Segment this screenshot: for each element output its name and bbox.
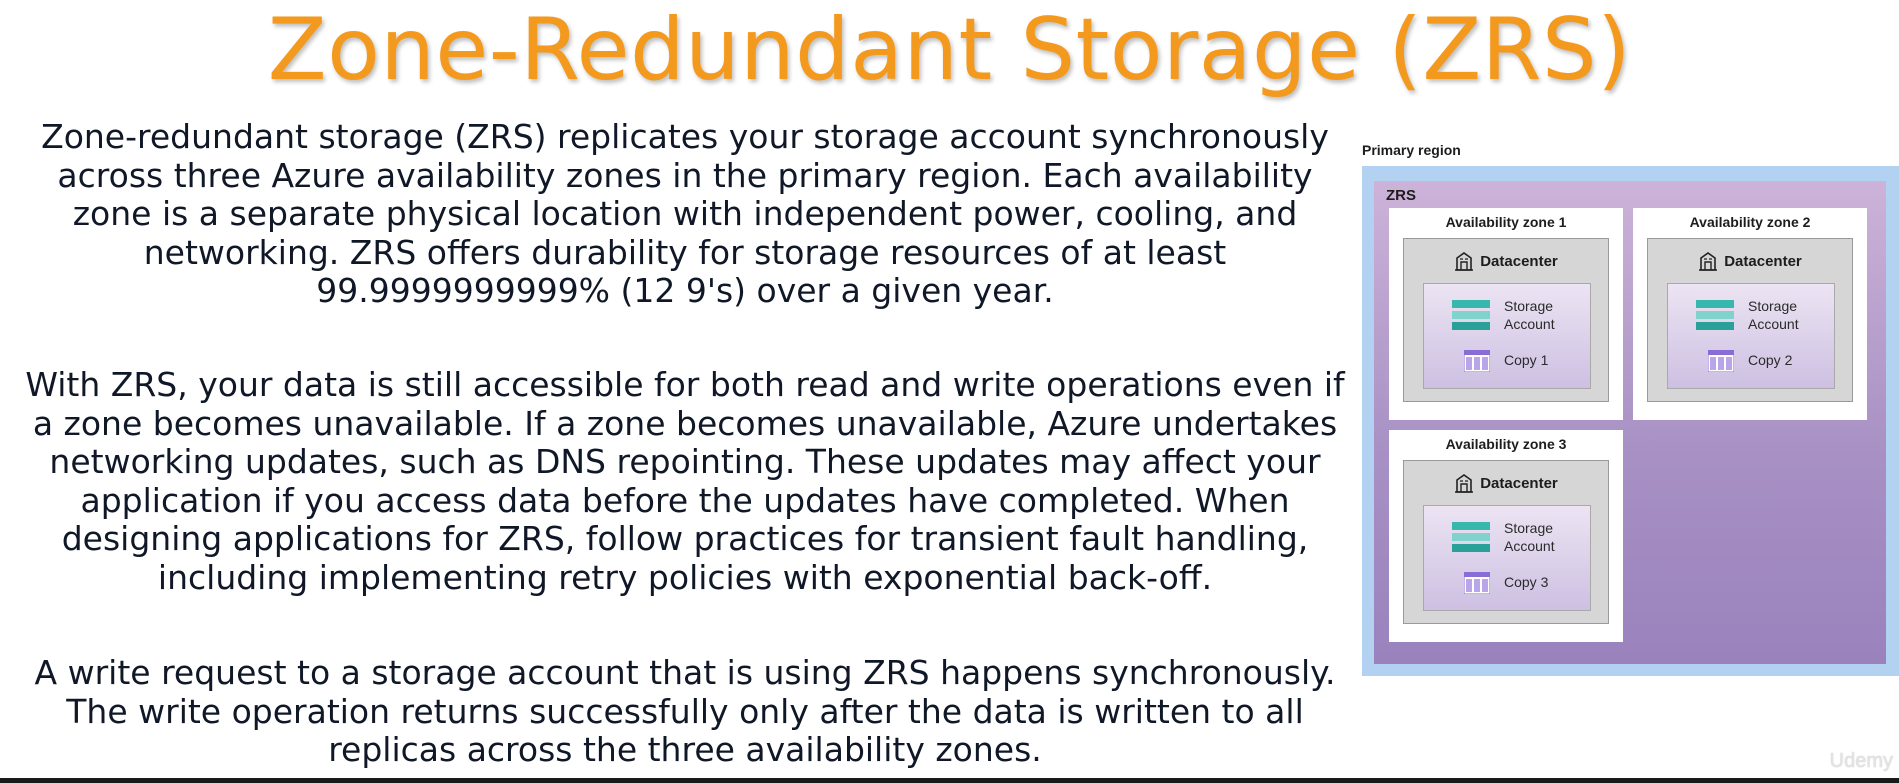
storage-account-icon: [1452, 522, 1490, 552]
availability-zone-2: Availability zone 2 Datacenter Storage A…: [1633, 208, 1867, 420]
datacenter-box: Datacenter Storage Account: [1647, 238, 1853, 402]
storage-account-icon: [1452, 300, 1490, 330]
udemy-watermark: Udemy: [1829, 750, 1893, 772]
datacenter-icon: [1455, 252, 1474, 271]
primary-region-box: ZRS Availability zone 1 Datacenter Stora…: [1362, 166, 1899, 676]
datacenter-label: Datacenter: [1724, 252, 1802, 270]
description-text: Zone-redundant storage (ZRS) replicates …: [20, 117, 1350, 778]
availability-zone-1: Availability zone 1 Datacenter Storage A…: [1389, 208, 1623, 420]
datacenter-header: Datacenter: [1404, 471, 1608, 495]
copy-label: Copy 2: [1748, 352, 1793, 368]
storage-panel: Storage Account Copy 2: [1667, 283, 1835, 389]
zrs-diagram: Primary region ZRS Availability zone 1 D…: [1362, 138, 1899, 683]
datacenter-icon: [1699, 252, 1718, 271]
availability-zone-3: Availability zone 3 Datacenter Storage A…: [1389, 430, 1623, 642]
paragraph-availability: With ZRS, your data is still accessible …: [25, 365, 1345, 597]
zone-title: Availability zone 2: [1689, 214, 1811, 230]
zrs-label: ZRS: [1386, 187, 1416, 204]
datacenter-label: Datacenter: [1480, 474, 1558, 492]
table-copy-icon: [1464, 350, 1490, 372]
datacenter-box: Datacenter Storage Account: [1403, 460, 1609, 624]
paragraph-replication: Zone-redundant storage (ZRS) replicates …: [41, 117, 1329, 311]
slide-title: Zone-Redundant Storage (ZRS): [267, 0, 1632, 100]
storage-panel: Storage Account Copy 1: [1423, 283, 1591, 389]
zrs-box: ZRS Availability zone 1 Datacenter Stora…: [1374, 181, 1886, 664]
zone-title: Availability zone 3: [1445, 436, 1567, 452]
region-label: Primary region: [1362, 142, 1461, 158]
datacenter-icon: [1455, 474, 1474, 493]
datacenter-header: Datacenter: [1404, 249, 1608, 273]
copy-label: Copy 1: [1504, 352, 1549, 368]
storage-account-label: Storage Account: [1504, 298, 1555, 332]
datacenter-label: Datacenter: [1480, 252, 1558, 270]
copy-label: Copy 3: [1504, 574, 1549, 590]
storage-account-label: Storage Account: [1504, 520, 1555, 554]
table-copy-icon: [1464, 572, 1490, 594]
bottom-bar: [0, 778, 1899, 783]
datacenter-header: Datacenter: [1648, 249, 1852, 273]
table-copy-icon: [1708, 350, 1734, 372]
datacenter-box: Datacenter Storage Account: [1403, 238, 1609, 402]
zone-title: Availability zone 1: [1445, 214, 1567, 230]
storage-account-icon: [1696, 300, 1734, 330]
storage-panel: Storage Account Copy 3: [1423, 505, 1591, 611]
storage-account-label: Storage Account: [1748, 298, 1799, 332]
paragraph-write-request: A write request to a storage account tha…: [34, 653, 1336, 770]
